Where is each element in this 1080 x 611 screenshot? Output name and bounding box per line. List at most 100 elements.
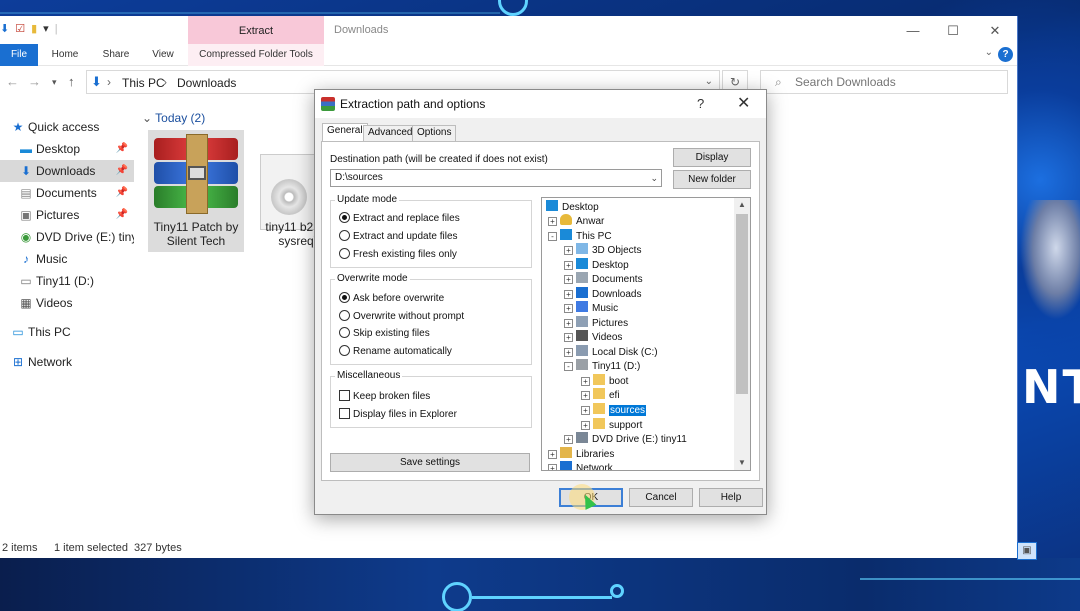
collapse-icon[interactable]: - [548,232,557,241]
expand-icon[interactable]: + [564,304,573,313]
tree-node-boot[interactable]: + boot [581,374,628,388]
ribbon-expand-icon[interactable]: ⌄ [985,47,993,58]
radio-rename-automatically[interactable]: Rename automatically [339,345,452,359]
save-settings-button[interactable]: Save settings [330,453,530,472]
tab-options[interactable]: Options [412,125,457,141]
properties-icon[interactable]: ☑ [15,22,25,35]
tab-view[interactable]: View [146,44,180,66]
scroll-up-icon[interactable]: ▲ [734,198,750,212]
tree-node-desktop[interactable]: + Desktop [564,258,629,272]
nav-music[interactable]: ♪ Music [0,248,134,270]
radio-button[interactable] [339,327,350,338]
radio-skip-existing[interactable]: Skip existing files [339,327,430,341]
checkbox-display-in-explorer[interactable]: Display files in Explorer [339,408,457,422]
breadcrumb-this-pc[interactable]: This PC [122,76,165,90]
tree-node-downloads[interactable]: + Downloads [564,287,641,301]
pin-icon[interactable]: 📌 [116,160,128,182]
help-icon[interactable]: ? [697,96,704,111]
expand-icon[interactable]: + [564,333,573,342]
nav-this-pc[interactable]: ▭ This PC [0,321,134,343]
tab-file[interactable]: File [0,44,38,66]
minimize-button[interactable]: — [898,20,928,42]
file-item[interactable]: Tiny11 Patch by Silent Tech [148,130,244,252]
checkbox[interactable] [339,390,350,401]
expand-icon[interactable]: + [581,377,590,386]
large-icons-view-icon[interactable]: ▣ [1017,542,1037,560]
cancel-button[interactable]: Cancel [629,488,693,507]
scroll-down-icon[interactable]: ▼ [734,456,750,470]
back-arrow-icon[interactable]: ← [6,74,19,89]
expand-icon[interactable]: + [548,464,557,470]
search-input[interactable] [795,74,995,90]
tree-node-efi[interactable]: + efi [581,388,620,402]
collapse-icon[interactable]: - [564,362,573,371]
expand-icon[interactable]: + [581,391,590,400]
tree-node-3d-objects[interactable]: +3D Objects [564,243,641,257]
radio-fresh-existing[interactable]: Fresh existing files only [339,248,457,262]
nav-downloads[interactable]: ⬇ Downloads 📌 [0,160,134,182]
expand-icon[interactable]: + [548,450,557,459]
nav-videos[interactable]: ▦ Videos [0,292,134,314]
tree-node-pictures[interactable]: + Pictures [564,316,628,330]
tree-node-anwar[interactable]: + Anwar [548,214,604,228]
radio-button[interactable] [339,310,350,321]
tree-node-dvd-drive[interactable]: + DVD Drive (E:) tiny11 [564,432,687,446]
expand-icon[interactable]: + [564,261,573,270]
tab-home[interactable]: Home [46,44,84,66]
radio-ask-before-overwrite[interactable]: Ask before overwrite [339,292,444,306]
tree-node-this-pc[interactable]: - This PC [548,229,612,243]
tree-node-local-disk-c[interactable]: + Local Disk (C:) [564,345,658,359]
radio-button[interactable] [339,248,350,259]
nav-quick-access[interactable]: ★ Quick access [0,116,134,138]
radio-button[interactable] [339,292,350,303]
nav-pictures[interactable]: ▣ Pictures 📌 [0,204,134,226]
tree-node-documents[interactable]: + Documents [564,272,643,286]
maximize-button[interactable]: ☐ [938,20,968,42]
tab-general[interactable]: General [322,123,368,142]
nav-dvd-drive[interactable]: ◉ DVD Drive (E:) tiny11 [0,226,134,248]
nav-tiny11-drive[interactable]: ▭ Tiny11 (D:) [0,270,134,292]
radio-extract-replace[interactable]: Extract and replace files [339,212,460,226]
tree-node-desktop-root[interactable]: Desktop [546,200,599,214]
tab-share[interactable]: Share [96,44,136,66]
expand-icon[interactable]: + [564,319,573,328]
tab-compressed-folder-tools[interactable]: Compressed Folder Tools [188,44,324,66]
nav-desktop[interactable]: ▬ Desktop 📌 [0,138,134,160]
pin-icon[interactable]: 📌 [116,204,128,226]
group-header-today[interactable]: ⌄ Today (2) [142,111,205,125]
help-button[interactable]: Help [699,488,763,507]
tree-node-videos[interactable]: + Videos [564,330,622,344]
nav-network[interactable]: ⊞ Network [0,351,134,373]
close-button[interactable]: ✕ [980,20,1010,42]
expand-icon[interactable]: + [564,275,573,284]
tree-node-music[interactable]: + Music [564,301,618,315]
checkbox-keep-broken-files[interactable]: Keep broken files [339,390,430,404]
tree-node-sources[interactable]: + sources [581,403,647,417]
pin-icon[interactable]: 📌 [116,138,128,160]
expand-icon[interactable]: + [564,246,573,255]
pin-down-icon[interactable]: ⬇ [0,22,9,35]
display-button[interactable]: Display [673,148,751,167]
folder-tree[interactable]: Desktop + Anwar - This PC +3D Objects + Des… [541,197,751,471]
tree-node-tiny11-d[interactable]: - Tiny11 (D:) [564,359,640,373]
radio-button[interactable] [339,212,350,223]
destination-path-combo[interactable]: D:\sources ⌄ [330,169,662,187]
expand-icon[interactable]: + [548,217,557,226]
extract-context-tab[interactable]: Extract [188,16,324,46]
new-folder-icon[interactable]: ▮ [31,22,37,35]
tree-node-libraries[interactable]: + Libraries [548,447,614,461]
breadcrumb-downloads[interactable]: Downloads [177,76,236,90]
close-icon[interactable]: ✕ [737,93,750,113]
scrollbar-thumb[interactable] [736,214,748,394]
chevron-down-icon[interactable]: ⌄ [650,170,658,186]
expand-icon[interactable]: + [581,421,590,430]
up-arrow-icon[interactable]: ↑ [68,74,75,89]
checkbox[interactable] [339,408,350,419]
qat-dropdown-icon[interactable]: ▾ [43,22,49,35]
tab-advanced[interactable]: Advanced [363,125,418,141]
radio-button[interactable] [339,345,350,356]
tree-node-network[interactable]: + Network [548,461,613,470]
forward-arrow-icon[interactable]: → [28,74,41,89]
expand-icon[interactable]: + [564,348,573,357]
pin-icon[interactable]: 📌 [116,182,128,204]
